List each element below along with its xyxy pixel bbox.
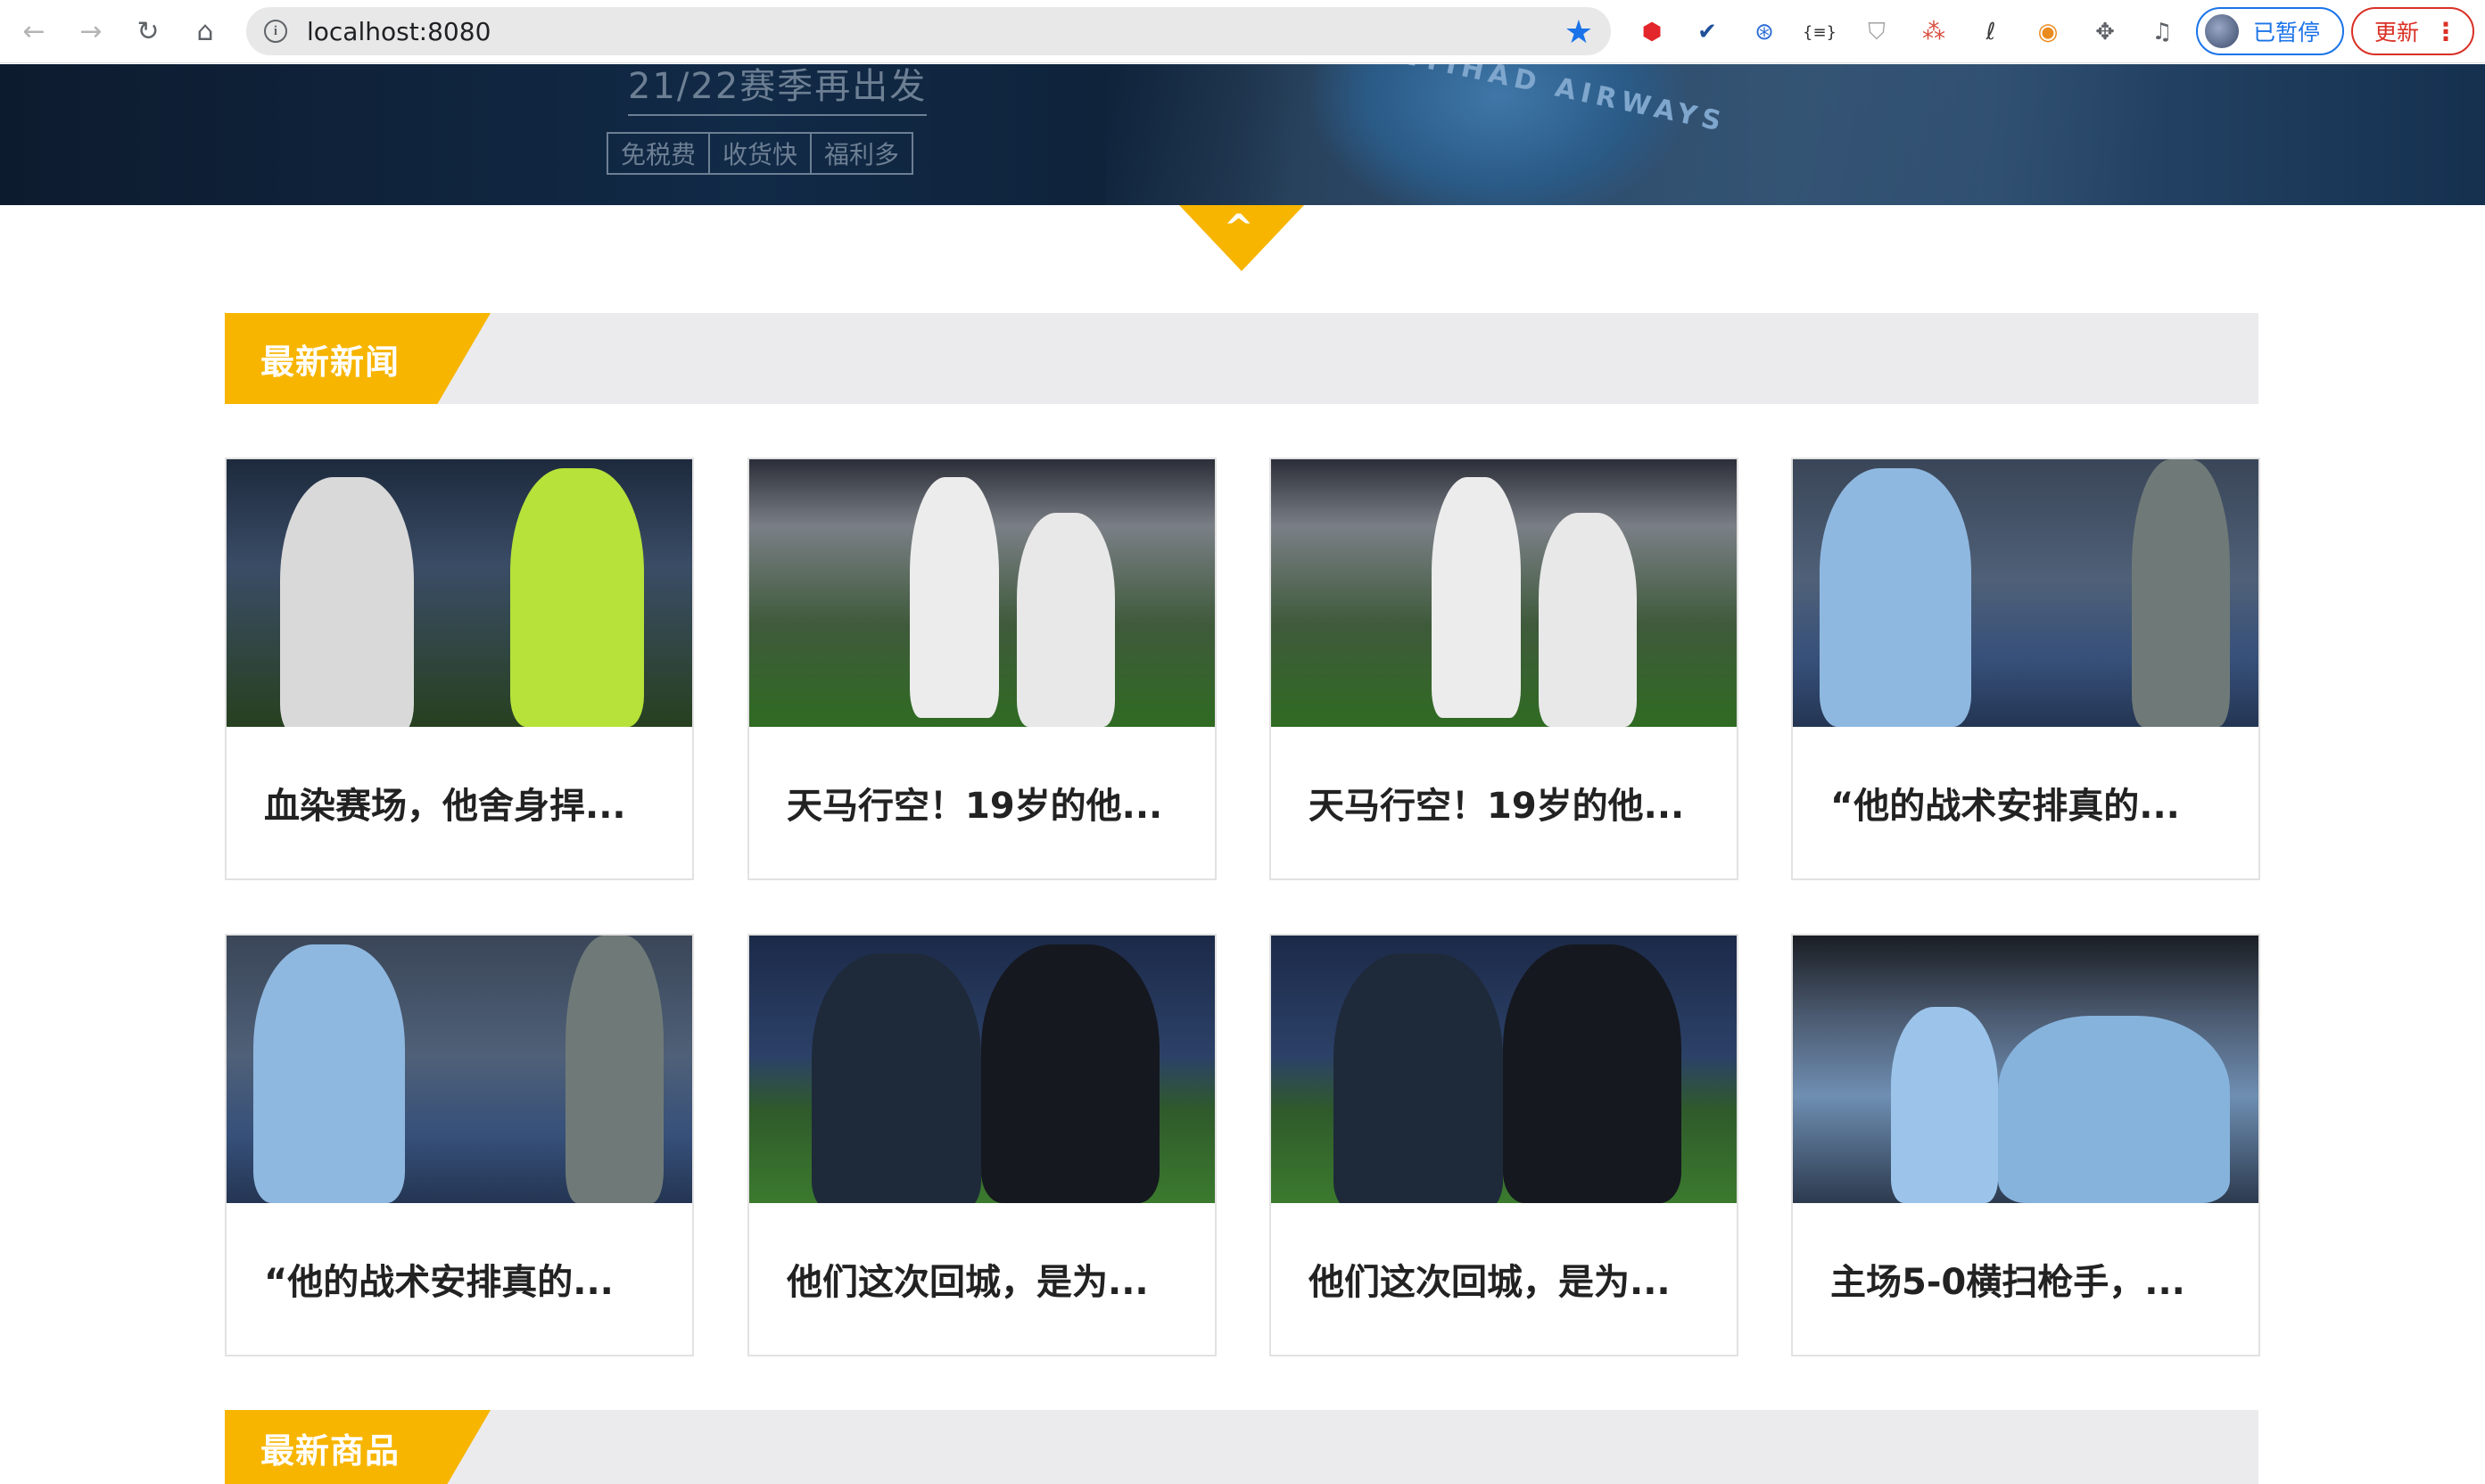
puzzle-icon[interactable]: ✥ (2087, 14, 2123, 50)
news-card[interactable]: “他的战术安排真的... (1791, 458, 2260, 880)
news-thumbnail (1793, 459, 2258, 727)
news-thumbnail (1271, 459, 1737, 727)
banner-tags: 免税费 收货快 福利多 (607, 132, 914, 175)
section-title: 最新新闻 (260, 342, 400, 382)
banner-tag: 福利多 (810, 132, 914, 175)
section-header-news: 最新新闻 (225, 313, 2258, 404)
section-flag: 最新商品 (225, 1410, 491, 1484)
news-card[interactable]: 天马行空！19岁的他... (747, 458, 1217, 880)
chrome-circle-icon[interactable]: ◉ (2030, 14, 2066, 50)
news-thumbnail (227, 936, 692, 1203)
url-text[interactable]: localhost:8080 (307, 17, 491, 46)
page-content: ETIHAD AIRWAYS 21/22赛季再出发 免税费 收货快 福利多 ^ … (0, 64, 2485, 1484)
home-icon[interactable]: ⌂ (186, 12, 225, 51)
hero-banner: ETIHAD AIRWAYS 21/22赛季再出发 免税费 收货快 福利多 (0, 64, 2485, 205)
shield-outline-icon[interactable]: ⛉ (1859, 14, 1895, 50)
news-title[interactable]: 他们这次回城，是为... (787, 1253, 1149, 1305)
news-title[interactable]: 主场5-0横扫枪手，... (1830, 1253, 2185, 1305)
news-card[interactable]: 血染赛场，他舍身捍... (225, 458, 694, 880)
kebab-menu-icon[interactable]: ⋮ (2433, 17, 2458, 46)
profile-status: 已暂停 (2253, 20, 2321, 45)
forward-arrow-icon[interactable]: → (71, 12, 111, 51)
site-info-icon[interactable]: i (264, 20, 287, 43)
news-thumbnail (749, 459, 1215, 727)
chevron-up-icon[interactable]: ^ (1224, 210, 1254, 246)
back-arrow-icon[interactable]: ← (14, 12, 54, 51)
news-thumbnail (1271, 936, 1737, 1203)
news-title[interactable]: 血染赛场，他舍身捍... (264, 777, 626, 829)
news-thumbnail (227, 459, 692, 727)
banner-texture (1106, 64, 2266, 205)
address-bar[interactable]: i localhost:8080 ★ (246, 7, 1611, 55)
news-thumbnail (749, 936, 1215, 1203)
adblock-icon[interactable]: ⬢ (1634, 14, 1670, 50)
network-icon[interactable]: ⁂ (1916, 14, 1952, 50)
banner-tag: 免税费 (607, 132, 711, 175)
news-card[interactable]: 主场5-0横扫枪手，... (1791, 934, 2260, 1356)
news-card[interactable]: “他的战术安排真的... (225, 934, 694, 1356)
bookmark-star-icon[interactable]: ★ (1564, 14, 1593, 51)
reload-icon[interactable]: ↻ (128, 12, 168, 51)
profile-button[interactable]: 已暂停 (2196, 7, 2344, 55)
news-card[interactable]: 他们这次回城，是为... (747, 934, 1217, 1356)
media-queue-icon[interactable]: ♫ (2144, 14, 2180, 50)
translate-icon[interactable]: ⊛ (1746, 14, 1782, 50)
leaf-icon[interactable]: ℓ (1973, 14, 2009, 50)
banner-tag: 收货快 (708, 132, 813, 175)
section-header-products: 最新商品 (225, 1410, 2258, 1484)
banner-title: 21/22赛季再出发 (628, 64, 928, 116)
news-card[interactable]: 天马行空！19岁的他... (1269, 458, 1738, 880)
avatar (2203, 12, 2241, 50)
news-title[interactable]: 天马行空！19岁的他... (1309, 777, 1684, 829)
update-label: 更新 (2374, 20, 2420, 45)
section-flag: 最新新闻 (225, 313, 491, 404)
news-title[interactable]: 天马行空！19岁的他... (787, 777, 1162, 829)
news-title[interactable]: “他的战术安排真的... (264, 1253, 614, 1305)
section-title: 最新商品 (260, 1430, 400, 1471)
update-button[interactable]: 更新 ⋮ (2351, 7, 2474, 55)
json-icon[interactable]: {≡} (1802, 14, 1837, 50)
news-title[interactable]: “他的战术安排真的... (1830, 777, 2180, 829)
news-thumbnail (1793, 936, 2258, 1203)
browser-toolbar: ← → ↻ ⌂ i localhost:8080 ★ ⬢ ✔ ⊛ {≡} ⛉ ⁂… (0, 0, 2485, 63)
news-title[interactable]: 他们这次回城，是为... (1309, 1253, 1671, 1305)
checkmark-shield-icon[interactable]: ✔ (1689, 14, 1725, 50)
news-card[interactable]: 他们这次回城，是为... (1269, 934, 1738, 1356)
